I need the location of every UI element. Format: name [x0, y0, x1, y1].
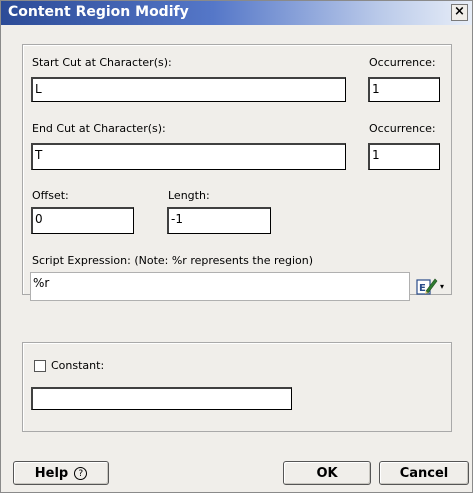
ok-button[interactable]: OK: [283, 461, 371, 485]
constant-input[interactable]: [31, 387, 292, 410]
offset-input[interactable]: 0: [31, 207, 134, 234]
start-occurrence-input[interactable]: 1: [368, 77, 440, 102]
start-cut-input[interactable]: L: [31, 77, 346, 102]
script-expression-label: Script Expression: (Note: %r represents …: [32, 254, 314, 267]
help-button-label: Help: [34, 465, 69, 481]
window-title: Content Region Modify: [8, 4, 189, 20]
constant-label: Constant:: [51, 359, 105, 372]
edit-expression-icon[interactable]: E: [416, 276, 438, 296]
help-icon: ?: [74, 466, 88, 480]
end-occurrence-label: Occurrence:: [369, 122, 436, 135]
dialog-window: Content Region Modify × Start Cut at Cha…: [0, 0, 473, 493]
script-expression-input[interactable]: %r: [30, 272, 410, 301]
start-occurrence-label: Occurrence:: [369, 56, 436, 69]
title-bar: Content Region Modify ×: [1, 1, 472, 25]
start-cut-label: Start Cut at Character(s):: [32, 56, 172, 69]
length-input[interactable]: -1: [167, 207, 271, 234]
end-cut-label: End Cut at Character(s):: [32, 122, 166, 135]
constant-checkbox[interactable]: [34, 360, 46, 372]
offset-label: Offset:: [32, 189, 69, 202]
cancel-button[interactable]: Cancel: [379, 461, 469, 485]
end-occurrence-input[interactable]: 1: [368, 143, 440, 170]
help-button[interactable]: Help ?: [13, 461, 109, 485]
close-button[interactable]: ×: [451, 4, 468, 21]
svg-text:E: E: [419, 283, 426, 294]
length-label: Length:: [168, 189, 210, 202]
expression-menu-dropdown[interactable]: ▾: [440, 282, 444, 291]
end-cut-input[interactable]: T: [31, 143, 346, 170]
